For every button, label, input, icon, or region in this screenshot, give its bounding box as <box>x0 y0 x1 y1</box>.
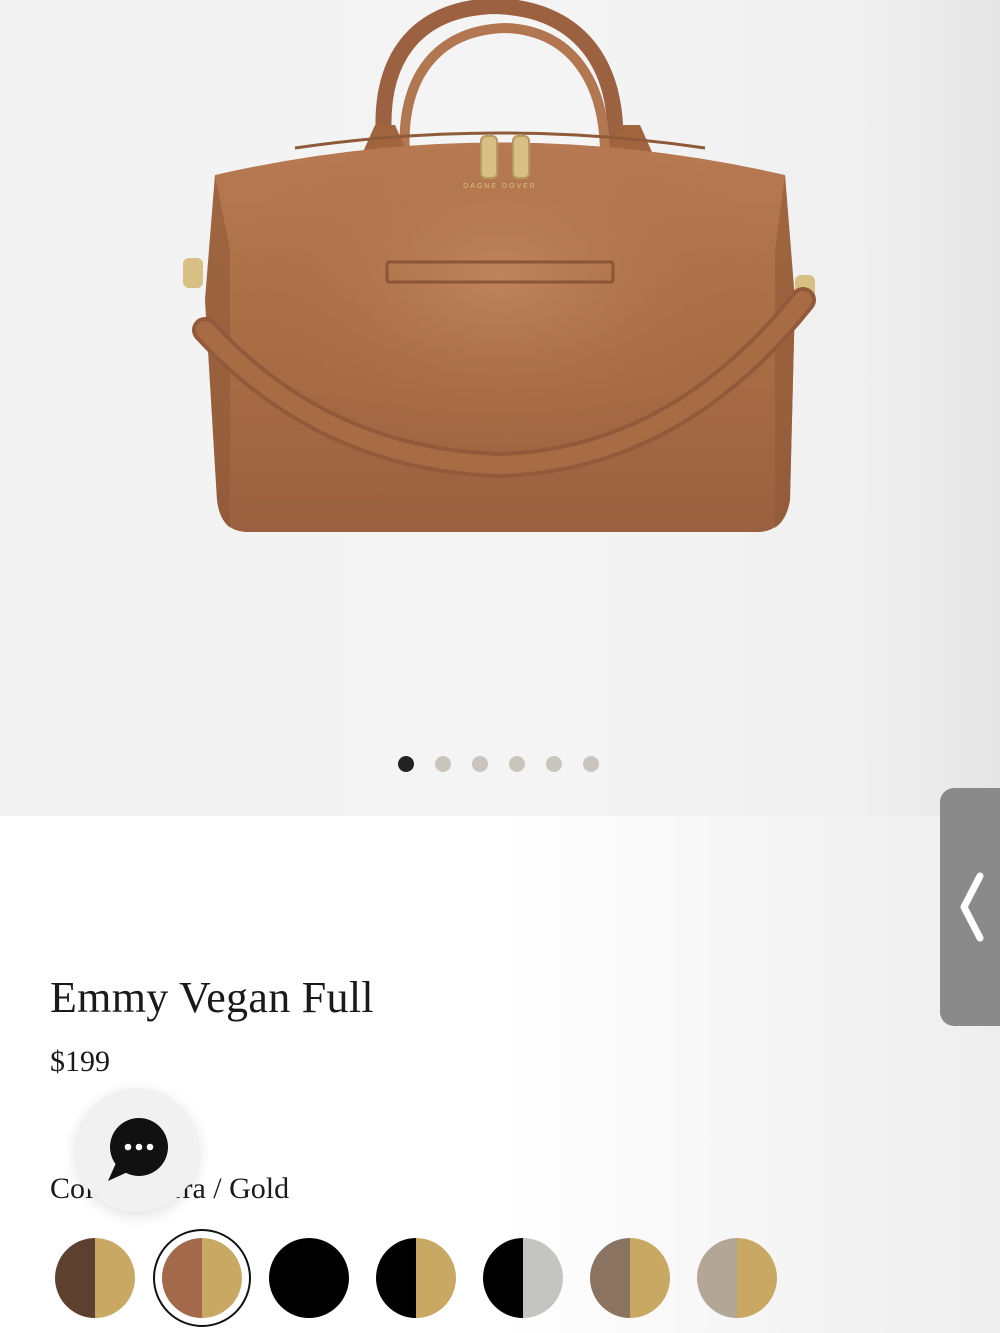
swatch-half-right <box>309 1238 349 1318</box>
swatch-half-left <box>590 1238 630 1318</box>
swatch-sierra-gold[interactable] <box>153 1229 251 1327</box>
product-title: Emmy Vegan Full <box>50 973 374 1022</box>
swatch-half-right <box>523 1238 563 1318</box>
swatch-black[interactable] <box>269 1238 349 1318</box>
product-image-gallery[interactable]: DAGNE DOVER <box>0 0 1000 816</box>
gallery-dot-5[interactable] <box>546 756 562 772</box>
gallery-dot-1[interactable] <box>398 756 414 772</box>
swatch-black-silver[interactable] <box>483 1238 563 1318</box>
chat-bubble-icon <box>108 1118 168 1181</box>
swatch-half-right <box>95 1238 135 1318</box>
side-panel-handle[interactable] <box>940 788 1000 1026</box>
gallery-pagination[interactable] <box>398 756 599 772</box>
swatch-half-left <box>697 1238 737 1318</box>
swatch-half-left <box>162 1238 202 1318</box>
swatch-taupe-gold[interactable] <box>590 1238 670 1318</box>
swatch-black-gold[interactable] <box>376 1238 456 1318</box>
chevron-left-icon <box>960 872 984 942</box>
gallery-dot-4[interactable] <box>509 756 525 772</box>
swatch-half-right <box>202 1238 242 1318</box>
gallery-dot-3[interactable] <box>472 756 488 772</box>
gallery-dot-2[interactable] <box>435 756 451 772</box>
swatch-half-left <box>483 1238 523 1318</box>
swatch-half-right <box>630 1238 670 1318</box>
swatch-half-right <box>416 1238 456 1318</box>
chat-button[interactable] <box>75 1088 199 1212</box>
swatch-half-left <box>55 1238 95 1318</box>
swatch-half-left <box>269 1238 309 1318</box>
swatch-half-left <box>376 1238 416 1318</box>
swatch-stone-gold[interactable] <box>697 1238 777 1318</box>
product-price: $199 <box>50 1045 110 1078</box>
brand-mark: DAGNE DOVER <box>463 183 537 190</box>
swatch-half-right <box>737 1238 777 1318</box>
swatch-dark-brown-gold[interactable] <box>55 1238 135 1318</box>
gallery-dot-6[interactable] <box>583 756 599 772</box>
product-image: DAGNE DOVER <box>183 0 816 532</box>
color-swatch-list <box>55 1229 777 1327</box>
